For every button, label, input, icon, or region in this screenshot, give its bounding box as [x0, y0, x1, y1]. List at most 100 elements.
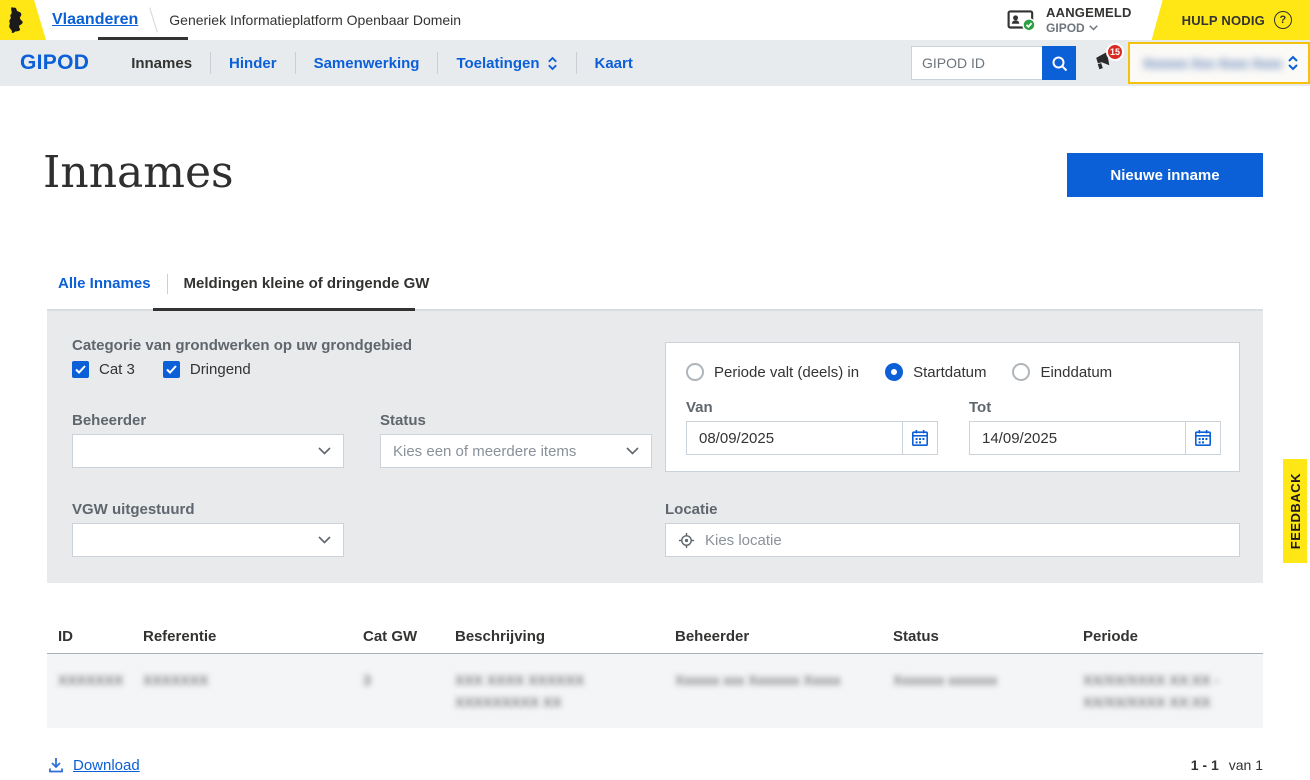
help-button[interactable]: HULP NODIG ? [1152, 0, 1310, 40]
periode-filter-box: Periode valt (deels) in Startdatum Eindd… [665, 342, 1240, 472]
table-row[interactable]: XXXXXXX XXXXXXX 3 XXX XXXX XXXXXX XXXXXX… [47, 654, 1263, 728]
notifications-button[interactable]: 15 [1092, 51, 1114, 76]
checkbox-cat3[interactable]: Cat 3 [72, 361, 135, 378]
column-header-beschrijving: Beschrijving [455, 628, 675, 645]
vgw-uitgestuurd-label: VGW uitgestuurd [72, 501, 195, 518]
tab-meldingen-kleine-of-dringende-gw[interactable]: Meldingen kleine of dringende GW [184, 273, 430, 295]
results-table: ID Referentie Cat GW Beschrijving Beheer… [47, 619, 1263, 728]
tab-alle-innames[interactable]: Alle Innames [47, 273, 151, 295]
chevron-down-icon [318, 447, 331, 455]
chevron-up-down-icon [1287, 55, 1299, 71]
radio-unselected-icon [1012, 363, 1030, 381]
nav-item-label: Samenwerking [314, 55, 420, 72]
column-header-referentie: Referentie [143, 628, 363, 645]
cell-cat-gw-redacted: 3 [363, 669, 455, 691]
checkbox-dringend[interactable]: Dringend [163, 361, 251, 378]
header-active-underline [98, 37, 188, 40]
cell-referentie-redacted: XXXXXXX [143, 669, 363, 691]
chevron-down-icon [626, 447, 639, 455]
van-date-field [686, 421, 938, 455]
van-date-input[interactable] [686, 421, 902, 455]
tot-date-field [969, 421, 1221, 455]
nav-item-kaart[interactable]: Kaart [577, 55, 651, 72]
cell-status-redacted: Xxxxxxx xxxxxxx [893, 669, 1083, 691]
gipod-id-search [911, 46, 1076, 80]
checkbox-label: Cat 3 [99, 361, 135, 378]
column-header-periode: Periode [1083, 628, 1263, 645]
table-header-row: ID Referentie Cat GW Beschrijving Beheer… [47, 619, 1263, 653]
nav-item-hinder[interactable]: Hinder [211, 55, 295, 72]
cell-id-redacted: XXXXXXX [58, 669, 143, 691]
chevron-up-down-icon [547, 56, 558, 71]
user-name-redacted: Xxxxxx Xxx Xxxx Xxxx [1143, 56, 1283, 71]
signed-in-context-label: GIPOD [1046, 21, 1085, 35]
breadcrumb-separator [149, 7, 158, 32]
checkbox-checked-icon [163, 361, 180, 378]
nav-item-toelatingen[interactable]: Toelatingen [438, 55, 575, 72]
user-account-selector[interactable]: Xxxxxx Xxx Xxxx Xxxx [1128, 42, 1310, 84]
status-select[interactable]: Kies een of meerdere items [380, 434, 652, 468]
beheerder-select[interactable] [72, 434, 344, 468]
van-label: Van [686, 399, 713, 416]
van-calendar-button[interactable] [902, 421, 938, 455]
notification-badge: 15 [1106, 43, 1124, 61]
vgw-uitgestuurd-select[interactable] [72, 523, 344, 557]
tot-date-input[interactable] [969, 421, 1185, 455]
main-navbar: GIPOD Innames Hinder Samenwerking Toelat… [0, 40, 1310, 86]
gipod-id-search-input[interactable] [911, 46, 1042, 80]
tot-calendar-button[interactable] [1185, 421, 1221, 455]
pagination-range: 1 - 1 [1191, 757, 1219, 773]
category-checkbox-row: Cat 3 Dringend [72, 361, 251, 378]
column-header-beheerder: Beheerder [675, 628, 893, 645]
checkbox-label: Dringend [190, 361, 251, 378]
download-link[interactable]: Download [47, 756, 140, 774]
pagination: 1 - 1 van 1 [1191, 757, 1263, 773]
feedback-label: FEEDBACK [1288, 473, 1303, 549]
app-title: Generiek Informatieplatform Openbaar Dom… [169, 12, 461, 28]
page-header: Innames Nieuwe inname [47, 150, 1263, 197]
calendar-icon [911, 429, 929, 447]
radio-label: Startdatum [913, 364, 986, 381]
vlaanderen-lion-logo[interactable] [0, 0, 46, 40]
radio-unselected-icon [686, 363, 704, 381]
radio-einddatum[interactable]: Einddatum [1012, 363, 1112, 381]
nav-item-label: Kaart [595, 55, 633, 72]
radio-label: Einddatum [1040, 364, 1112, 381]
filter-panel: Categorie van grondwerken op uw grondgeb… [47, 311, 1263, 583]
chevron-down-icon [1089, 25, 1098, 31]
flanders-lion-icon [4, 5, 30, 35]
download-icon [47, 756, 65, 774]
gipod-logo[interactable]: GIPOD [20, 51, 89, 75]
radio-periode-valt-deels-in[interactable]: Periode valt (deels) in [686, 363, 859, 381]
cell-beschrijving-redacted: XXX XXXX XXXXXX XXXXXXXXX XX [455, 669, 675, 713]
new-inname-button[interactable]: Nieuwe inname [1067, 153, 1263, 197]
feedback-tab[interactable]: FEEDBACK [1283, 459, 1307, 563]
chevron-down-icon [318, 536, 331, 544]
tab-separator [167, 274, 168, 294]
column-header-status: Status [893, 628, 1083, 645]
nav-item-label: Innames [131, 55, 192, 72]
help-button-label: HULP NODIG [1182, 13, 1265, 28]
navbar-right-cluster: 15 Xxxxxx Xxx Xxxx Xxxx [911, 40, 1310, 86]
tabs-bar: Alle Innames Meldingen kleine of dringen… [47, 273, 1263, 311]
nav-item-label: Toelatingen [456, 55, 539, 72]
radio-label: Periode valt (deels) in [714, 364, 859, 381]
id-card-check-icon [1007, 8, 1037, 32]
table-footer: Download 1 - 1 van 1 [47, 756, 1263, 774]
nav-item-innames[interactable]: Innames [113, 55, 210, 72]
nav-item-label: Hinder [229, 55, 277, 72]
download-label: Download [73, 757, 140, 774]
periode-radio-row: Periode valt (deels) in Startdatum Eindd… [666, 343, 1239, 381]
signed-in-status[interactable]: AANGEMELD GIPOD [1007, 5, 1132, 35]
location-crosshair-icon [678, 532, 695, 549]
status-select-placeholder: Kies een of meerdere items [393, 443, 576, 460]
locatie-input[interactable]: Kies locatie [665, 523, 1240, 557]
status-label: Status [380, 412, 426, 429]
nav-item-samenwerking[interactable]: Samenwerking [296, 55, 438, 72]
signed-in-context-dropdown[interactable]: GIPOD [1046, 21, 1132, 35]
pagination-total: van 1 [1229, 757, 1263, 773]
vlaanderen-link[interactable]: Vlaanderen [52, 11, 138, 29]
radio-startdatum[interactable]: Startdatum [885, 363, 986, 381]
search-button[interactable] [1042, 46, 1076, 80]
column-header-cat-gw: Cat GW [363, 628, 455, 645]
